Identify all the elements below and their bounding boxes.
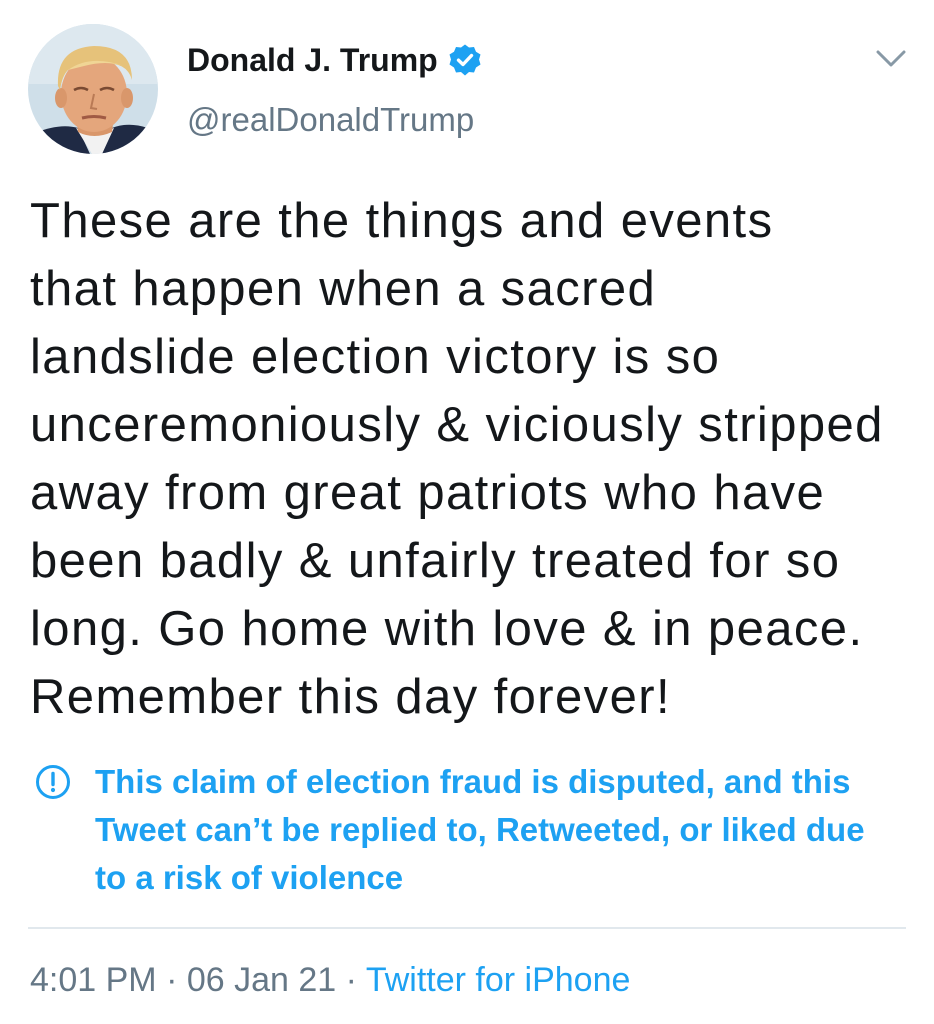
disputed-claim-notice: This claim of election fraud is disputed…: [95, 758, 865, 902]
notice-line: Tweet can’t be replied to, Retweeted, or…: [95, 811, 865, 848]
chevron-down-icon[interactable]: [874, 46, 908, 72]
author-name-row: Donald J. Trump: [187, 40, 482, 80]
tweet-metadata: 4:01 PM · 06 Jan 21 · Twitter for iPhone: [30, 956, 630, 1004]
separator: ·: [345, 961, 357, 999]
separator: ·: [166, 961, 178, 999]
author-handle[interactable]: @realDonaldTrump: [187, 100, 474, 140]
tweet-text: These are the things and events that hap…: [30, 187, 884, 731]
verified-badge-icon: [448, 43, 482, 77]
tweet-text-line: long. Go home with love & in peace.: [30, 602, 864, 656]
avatar[interactable]: [28, 24, 158, 154]
avatar-image: [28, 24, 158, 154]
tweet-text-line: that happen when a sacred: [30, 262, 657, 316]
tweet-text-line: Remember this day forever!: [30, 670, 671, 724]
tweet-date[interactable]: 06 Jan 21: [187, 961, 336, 999]
tweet-text-line: away from great patriots who have: [30, 466, 826, 520]
notice-line: to a risk of violence: [95, 859, 404, 896]
tweet-source-link[interactable]: Twitter for iPhone: [366, 961, 631, 999]
tweet-time[interactable]: 4:01 PM: [30, 961, 157, 999]
tweet-text-line: unceremoniously & viciously stripped: [30, 398, 884, 452]
tweet-text-line: been badly & unfairly treated for so: [30, 534, 841, 588]
tweet-text-line: landslide election victory is so: [30, 330, 721, 384]
author-name[interactable]: Donald J. Trump: [187, 40, 438, 80]
tweet-text-line: These are the things and events: [30, 194, 774, 248]
exclamation-circle-icon: [35, 764, 71, 800]
notice-line: This claim of election fraud is disputed…: [95, 763, 851, 800]
divider: [28, 927, 906, 929]
